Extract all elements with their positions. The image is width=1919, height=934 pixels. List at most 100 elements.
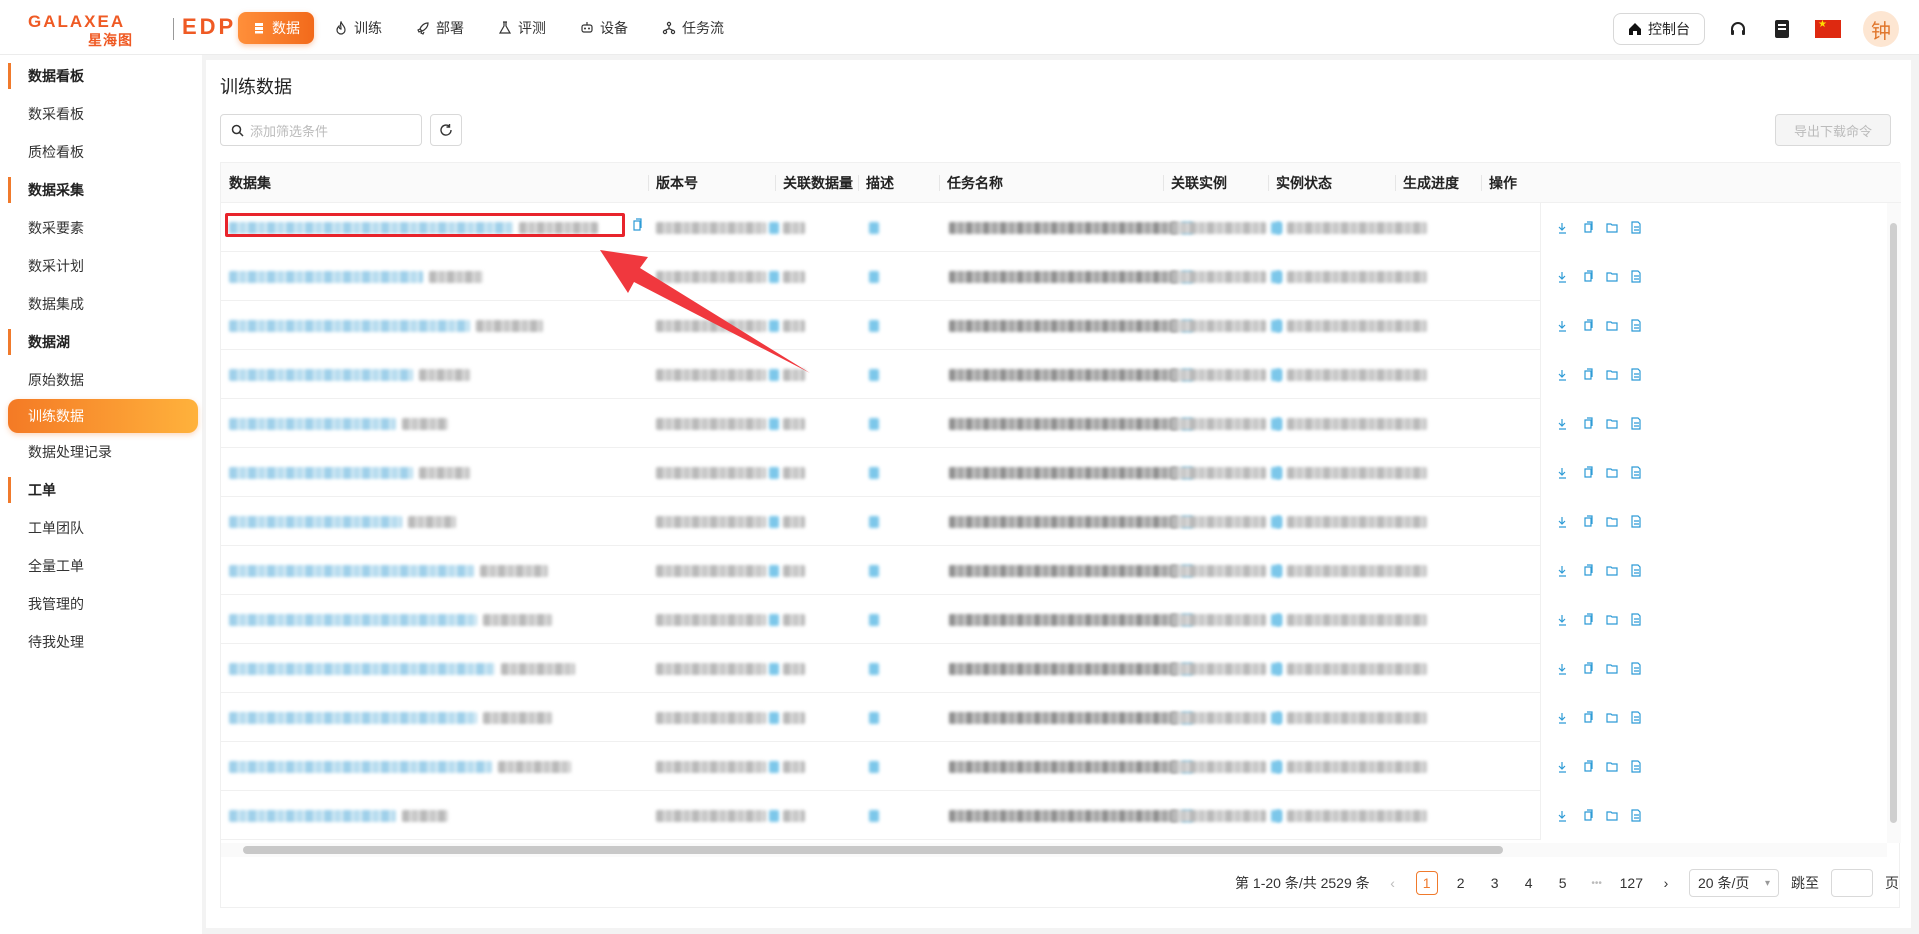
download-icon[interactable] (1555, 512, 1573, 530)
download-icon[interactable] (1555, 806, 1573, 824)
language-flag-icon[interactable] (1815, 19, 1841, 38)
folder-icon[interactable] (1603, 463, 1621, 481)
sidebar-item-raw-data[interactable]: 原始数据 (0, 361, 202, 399)
folder-icon[interactable] (1603, 512, 1621, 530)
file-icon[interactable] (1627, 561, 1645, 579)
vertical-scrollbar[interactable] (1887, 203, 1901, 843)
copy-icon[interactable] (1579, 757, 1597, 775)
folder-icon[interactable] (1603, 806, 1621, 824)
copy-icon[interactable] (1579, 659, 1597, 677)
page-ellipsis[interactable]: ••• (1586, 871, 1608, 895)
folder-icon[interactable] (1603, 708, 1621, 726)
copy-icon[interactable] (1579, 708, 1597, 726)
file-icon[interactable] (1627, 414, 1645, 432)
download-icon[interactable] (1555, 708, 1573, 726)
sidebar-item-managed-by-me[interactable]: 我管理的 (0, 585, 202, 623)
folder-icon[interactable] (1603, 365, 1621, 383)
dataset-copy-icon[interactable] (631, 218, 643, 235)
dataset-name-link[interactable] (229, 712, 477, 724)
copy-icon[interactable] (1579, 512, 1597, 530)
version-copy-icon[interactable] (769, 663, 779, 675)
page-4[interactable]: 4 (1518, 871, 1540, 895)
notebook-icon[interactable] (1771, 18, 1793, 40)
dataset-name-link[interactable] (229, 810, 396, 822)
console-button[interactable]: 控制台 (1613, 13, 1705, 45)
folder-icon[interactable] (1603, 659, 1621, 677)
page-2[interactable]: 2 (1450, 871, 1472, 895)
sidebar-item-data-integration[interactable]: 数据集成 (0, 285, 202, 323)
copy-icon[interactable] (1579, 806, 1597, 824)
page-1[interactable]: 1 (1415, 871, 1438, 895)
vertical-scroll-thumb[interactable] (1890, 223, 1897, 823)
version-copy-icon[interactable] (769, 369, 779, 381)
copy-icon[interactable] (1579, 463, 1597, 481)
version-copy-icon[interactable] (769, 712, 779, 724)
folder-icon[interactable] (1603, 414, 1621, 432)
download-icon[interactable] (1555, 218, 1573, 236)
folder-icon[interactable] (1603, 267, 1621, 285)
page-5[interactable]: 5 (1552, 871, 1574, 895)
folder-icon[interactable] (1603, 561, 1621, 579)
dataset-name-link[interactable] (229, 663, 495, 675)
version-copy-icon[interactable] (769, 467, 779, 479)
sidebar-item-collect-elements[interactable]: 数采要素 (0, 209, 202, 247)
sidebar-item-workorder-team[interactable]: 工单团队 (0, 509, 202, 547)
file-icon[interactable] (1627, 365, 1645, 383)
sidebar-item-collect-dashboard[interactable]: 数采看板 (0, 95, 202, 133)
dataset-name-link[interactable] (229, 467, 413, 479)
sidebar-item-pending[interactable]: 待我处理 (0, 623, 202, 661)
dataset-name-link[interactable] (229, 271, 423, 283)
sidebar-item-all-workorders[interactable]: 全量工单 (0, 547, 202, 585)
dataset-name-link[interactable] (229, 369, 413, 381)
download-icon[interactable] (1555, 757, 1573, 775)
file-icon[interactable] (1627, 806, 1645, 824)
file-icon[interactable] (1627, 708, 1645, 726)
horizontal-scrollbar[interactable] (221, 843, 1887, 857)
copy-icon[interactable] (1579, 414, 1597, 432)
copy-icon[interactable] (1579, 316, 1597, 334)
filter-input[interactable]: 添加筛选条件 (220, 114, 422, 146)
folder-icon[interactable] (1603, 757, 1621, 775)
nav-item-training[interactable]: 训练 (320, 12, 396, 44)
file-icon[interactable] (1627, 610, 1645, 628)
prev-page-icon[interactable]: ‹ (1382, 871, 1404, 895)
sidebar-item-training-data[interactable]: 训练数据 (8, 399, 198, 433)
version-copy-icon[interactable] (769, 418, 779, 430)
copy-icon[interactable] (1579, 365, 1597, 383)
export-download-command-button[interactable]: 导出下载命令 (1775, 114, 1891, 146)
nav-item-device[interactable]: 设备 (566, 12, 642, 44)
download-icon[interactable] (1555, 610, 1573, 628)
copy-icon[interactable] (1579, 267, 1597, 285)
download-icon[interactable] (1555, 316, 1573, 334)
version-copy-icon[interactable] (769, 565, 779, 577)
dataset-name-link[interactable] (229, 565, 474, 577)
nav-item-data[interactable]: 数据 (238, 12, 314, 44)
file-icon[interactable] (1627, 512, 1645, 530)
version-copy-icon[interactable] (769, 761, 779, 773)
dataset-name-link[interactable] (229, 614, 477, 626)
download-icon[interactable] (1555, 659, 1573, 677)
nav-item-evaluate[interactable]: 评测 (484, 12, 560, 44)
page-last[interactable]: 127 (1620, 871, 1643, 895)
file-icon[interactable] (1627, 218, 1645, 236)
jump-page-input[interactable] (1831, 869, 1873, 897)
nav-item-workflow[interactable]: 任务流 (648, 12, 738, 44)
nav-item-deploy[interactable]: 部署 (402, 12, 478, 44)
copy-icon[interactable] (1579, 561, 1597, 579)
brand-logo[interactable]: GALAXEA 星海图 EDP (28, 12, 233, 48)
file-icon[interactable] (1627, 463, 1645, 481)
version-copy-icon[interactable] (769, 810, 779, 822)
download-icon[interactable] (1555, 365, 1573, 383)
version-copy-icon[interactable] (769, 320, 779, 332)
dataset-name-link[interactable] (229, 516, 402, 528)
version-copy-icon[interactable] (769, 614, 779, 626)
folder-icon[interactable] (1603, 610, 1621, 628)
folder-icon[interactable] (1603, 218, 1621, 236)
next-page-icon[interactable]: › (1655, 871, 1677, 895)
folder-icon[interactable] (1603, 316, 1621, 334)
file-icon[interactable] (1627, 659, 1645, 677)
copy-icon[interactable] (1579, 218, 1597, 236)
download-icon[interactable] (1555, 267, 1573, 285)
refresh-button[interactable] (430, 114, 462, 146)
page-size-select[interactable]: 20 条/页 ▾ (1689, 869, 1779, 897)
